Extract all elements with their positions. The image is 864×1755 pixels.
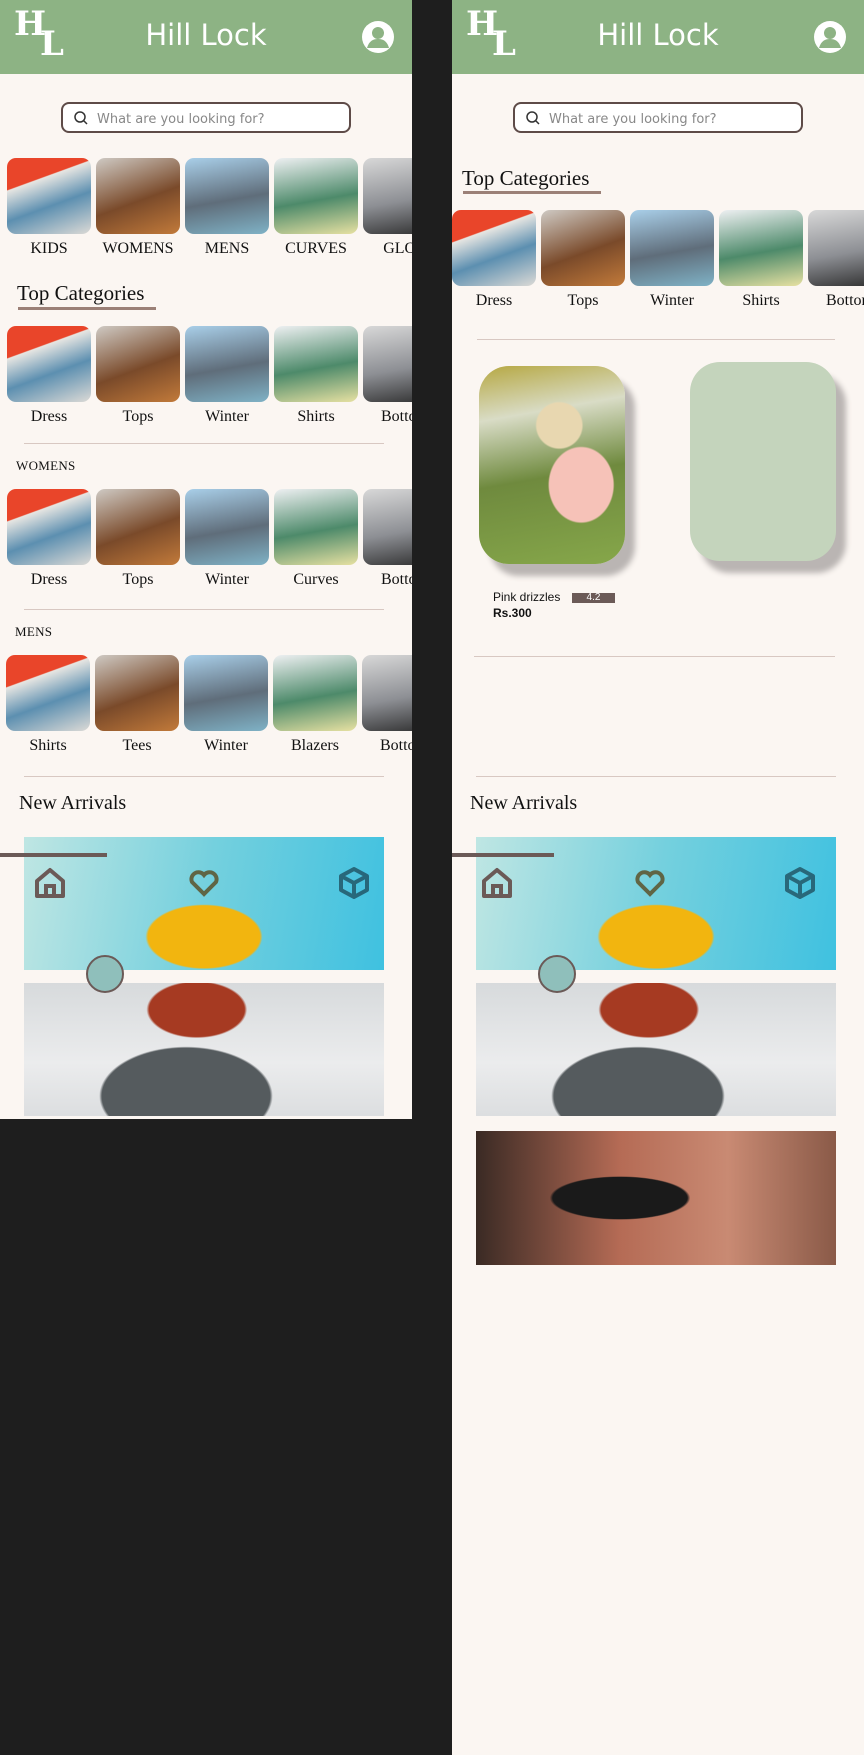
home-icon[interactable]	[33, 866, 67, 900]
app-header: HL Hill Lock	[452, 0, 864, 74]
category-label[interactable]: Winter	[627, 292, 717, 310]
category-label[interactable]: Dress	[452, 292, 539, 310]
app-header: HL Hill Lock	[0, 0, 412, 74]
title-underline	[18, 307, 156, 310]
home-icon[interactable]	[480, 866, 514, 900]
new-arrivals-title: New Arrivals	[470, 792, 578, 814]
category-label[interactable]: Tops	[93, 408, 183, 426]
category-tile-image[interactable]	[274, 489, 358, 565]
new-arrival-banner[interactable]	[476, 983, 836, 1116]
category-tile-image[interactable]	[274, 326, 358, 402]
nav-indicator	[0, 853, 107, 857]
category-tile-image[interactable]	[630, 210, 714, 286]
category-tile-image[interactable]	[273, 655, 357, 731]
category-tile-image[interactable]	[452, 210, 536, 286]
category-tile-image[interactable]	[363, 326, 412, 402]
category-tile-image[interactable]	[274, 158, 358, 234]
category-label[interactable]: Shirts	[271, 408, 361, 426]
divider	[477, 339, 835, 340]
app-title: Hill Lock	[145, 18, 267, 52]
category-tile-image[interactable]	[541, 210, 625, 286]
category-label[interactable]: Bottom	[359, 737, 412, 755]
category-label[interactable]: MENS	[182, 240, 272, 258]
category-label[interactable]: KIDS	[4, 240, 94, 258]
title-underline	[463, 191, 601, 194]
nav-indicator	[452, 853, 554, 857]
search-icon	[526, 111, 540, 125]
divider	[24, 443, 384, 444]
profile-avatar-icon[interactable]	[813, 20, 847, 54]
category-tile-image[interactable]	[185, 489, 269, 565]
product-name: Pink drizzles	[493, 590, 561, 604]
search-bar[interactable]	[61, 102, 351, 133]
heart-icon[interactable]	[633, 866, 667, 900]
category-tile-image[interactable]	[719, 210, 803, 286]
category-tile-image[interactable]	[808, 210, 864, 286]
new-arrival-banner[interactable]	[24, 983, 384, 1116]
category-tile-image[interactable]	[6, 655, 90, 731]
search-bar[interactable]	[513, 102, 803, 133]
category-label[interactable]: Shirts	[3, 737, 93, 755]
category-label[interactable]: Bottom	[360, 571, 412, 589]
new-arrival-banner[interactable]	[476, 1131, 836, 1265]
top-categories-title: Top Categories	[17, 281, 145, 305]
category-tile-image[interactable]	[7, 158, 91, 234]
home-screen-left: HL Hill Lock KIDSWOMENSMENSCURVESGLOB To…	[0, 0, 412, 1119]
category-label[interactable]: CURVES	[271, 240, 361, 258]
category-label[interactable]: Bottom	[805, 292, 864, 310]
category-tile-image[interactable]	[96, 158, 180, 234]
category-label[interactable]: WOMENS	[93, 240, 183, 258]
category-tile-image[interactable]	[185, 326, 269, 402]
category-label[interactable]: Tops	[538, 292, 628, 310]
category-tile-image[interactable]	[95, 655, 179, 731]
top-categories-title: Top Categories	[462, 166, 590, 190]
divider	[24, 609, 384, 610]
category-label[interactable]: Winter	[182, 408, 272, 426]
womens-section-title: WOMENS	[16, 458, 76, 473]
category-label[interactable]: Blazers	[270, 737, 360, 755]
category-label[interactable]: Winter	[181, 737, 271, 755]
mens-section-title: MENS	[15, 624, 53, 639]
category-label[interactable]: Tees	[92, 737, 182, 755]
divider	[24, 776, 384, 777]
category-label[interactable]: Dress	[4, 408, 94, 426]
category-tile-image[interactable]	[96, 326, 180, 402]
cube-icon[interactable]	[337, 866, 371, 900]
divider	[474, 656, 835, 657]
cart-icon[interactable]	[86, 955, 124, 993]
product-price: Rs.300	[493, 606, 532, 620]
category-tile-image[interactable]	[362, 655, 412, 731]
search-input[interactable]	[95, 108, 339, 130]
category-tile-image[interactable]	[185, 158, 269, 234]
category-tile-image[interactable]	[7, 326, 91, 402]
product-rating-badge: 4.2	[572, 593, 615, 603]
category-tile-image[interactable]	[96, 489, 180, 565]
category-label[interactable]: Dress	[4, 571, 94, 589]
cube-icon[interactable]	[783, 866, 817, 900]
new-arrivals-title: New Arrivals	[19, 792, 127, 814]
divider	[476, 776, 836, 777]
category-label[interactable]: Bottom	[360, 408, 412, 426]
category-tile-image[interactable]	[363, 158, 412, 234]
category-label[interactable]: Curves	[271, 571, 361, 589]
category-label[interactable]: Shirts	[716, 292, 806, 310]
product-card-placeholder[interactable]	[690, 362, 836, 561]
category-tile-image[interactable]	[363, 489, 412, 565]
home-screen-right: HL Hill Lock Top Categories DressTopsWin…	[452, 0, 864, 1755]
heart-icon[interactable]	[187, 866, 221, 900]
category-tile-image[interactable]	[184, 655, 268, 731]
category-label[interactable]: Tops	[93, 571, 183, 589]
product-card-image[interactable]	[479, 366, 625, 564]
category-tile-image[interactable]	[7, 489, 91, 565]
category-label[interactable]: GLOB	[360, 240, 412, 258]
category-label[interactable]: Winter	[182, 571, 272, 589]
profile-avatar-icon[interactable]	[361, 20, 395, 54]
search-input[interactable]	[547, 108, 791, 130]
app-title: Hill Lock	[597, 18, 719, 52]
cart-icon[interactable]	[538, 955, 576, 993]
search-icon	[74, 111, 88, 125]
